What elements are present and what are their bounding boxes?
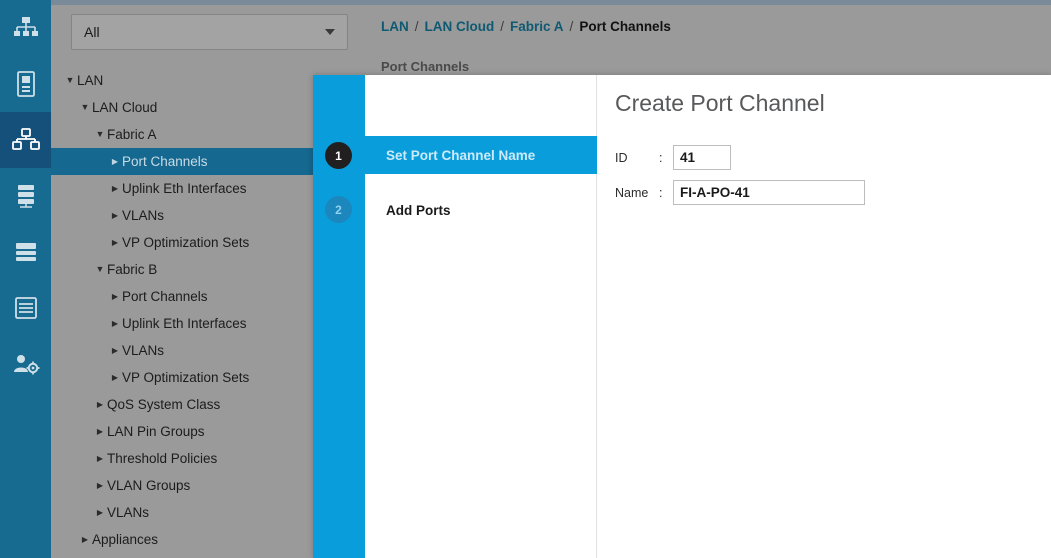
rail-item-admin[interactable] (0, 336, 51, 392)
servers-icon (15, 71, 37, 97)
tree-item-label: VLANs (107, 505, 150, 520)
chevron-down-icon (325, 29, 335, 35)
name-field-row: Name : (615, 180, 865, 205)
tree-item-label: Fabric B (107, 262, 158, 277)
admin-user-gear-icon (12, 352, 40, 376)
caret-right-icon[interactable] (93, 454, 107, 463)
caret-right-icon[interactable] (93, 400, 107, 409)
caret-right-icon[interactable] (108, 157, 122, 166)
breadcrumb: LAN / LAN Cloud / Fabric A / Port Channels (381, 19, 671, 34)
name-field-label: Name (615, 185, 649, 200)
name-input[interactable] (673, 180, 865, 205)
breadcrumb-link[interactable]: LAN (381, 19, 409, 34)
tree-item-label: Threshold Policies (107, 451, 218, 466)
tree-item-label: Port Channels (122, 154, 208, 169)
wizard-step-2-number: 2 (335, 202, 342, 217)
name-field-colon: : (659, 185, 663, 200)
breadcrumb-link[interactable]: Fabric A (510, 19, 564, 34)
rail-item-storage[interactable] (0, 280, 51, 336)
wizard-step-add-ports[interactable]: Add Ports (365, 191, 597, 229)
tree-item-label: Uplink Eth Interfaces (122, 316, 247, 331)
dialog-title: Create Port Channel (615, 90, 825, 116)
caret-down-icon[interactable] (78, 103, 92, 112)
tree-item-label: VP Optimization Sets (122, 235, 250, 250)
rail-item-equipment[interactable] (0, 0, 51, 56)
storage-icon (14, 296, 38, 320)
caret-right-icon[interactable] (93, 481, 107, 490)
rail-item-lan[interactable] (0, 112, 51, 168)
rail-item-vm[interactable] (0, 224, 51, 280)
caret-right-icon[interactable] (108, 238, 122, 247)
breadcrumb-link[interactable]: LAN Cloud (425, 19, 495, 34)
wizard-step-2-label: Add Ports (386, 202, 451, 218)
breadcrumb-separator: / (500, 19, 505, 34)
lan-icon (11, 128, 40, 152)
page-subtitle: Port Channels (381, 59, 470, 74)
caret-right-icon[interactable] (78, 535, 92, 544)
wizard-step-set-port-channel-name[interactable]: Set Port Channel Name (365, 136, 597, 174)
rail-item-san[interactable] (0, 168, 51, 224)
caret-right-icon[interactable] (108, 346, 122, 355)
caret-right-icon[interactable] (108, 319, 122, 328)
id-field-colon: : (659, 150, 663, 165)
caret-right-icon[interactable] (108, 184, 122, 193)
dialog-content: Create Port Channel ID : Name : (598, 75, 1051, 558)
tree-item-label: LAN Cloud (92, 100, 158, 115)
vm-icon (13, 241, 39, 263)
tree-item-label: QoS System Class (107, 397, 221, 412)
wizard-step-2-badge[interactable]: 2 (325, 196, 352, 223)
wizard-step-list: Set Port Channel Name Add Ports (365, 75, 597, 558)
id-input[interactable] (673, 145, 731, 170)
breadcrumb-current: Port Channels (579, 19, 671, 34)
tree-item-label: LAN Pin Groups (107, 424, 205, 439)
breadcrumb-separator: / (414, 19, 419, 34)
tree-item-label: VP Optimization Sets (122, 370, 250, 385)
tree-item-label: Fabric A (107, 127, 157, 142)
tree-filter-value: All (84, 24, 100, 40)
id-field-label: ID (615, 150, 628, 165)
caret-right-icon[interactable] (108, 292, 122, 301)
tree-item-label: VLANs (122, 208, 165, 223)
tree-item-label: Port Channels (122, 289, 208, 304)
wizard-step-1-badge[interactable]: 1 (325, 142, 352, 169)
rail-item-servers[interactable] (0, 56, 51, 112)
wizard-step-rail: 1 2 (313, 75, 365, 558)
tree-item-label: VLAN Groups (107, 478, 191, 493)
tree-item-label: Appliances (92, 532, 159, 547)
create-port-channel-dialog: 1 2 Set Port Channel Name Add Ports Crea… (313, 75, 1051, 558)
tree-item-label: VLANs (122, 343, 165, 358)
caret-right-icon[interactable] (108, 211, 122, 220)
caret-right-icon[interactable] (93, 508, 107, 517)
breadcrumb-separator: / (569, 19, 574, 34)
caret-down-icon[interactable] (93, 265, 107, 274)
id-field-row: ID : (615, 145, 731, 170)
caret-right-icon[interactable] (108, 373, 122, 382)
san-icon (13, 183, 39, 209)
caret-right-icon[interactable] (93, 427, 107, 436)
wizard-step-1-label: Set Port Channel Name (386, 147, 536, 163)
tree-filter-select[interactable]: All (71, 14, 348, 50)
nav-rail (0, 0, 51, 558)
app-root: All LAN LAN Cloud Fabric A Port Channels Upl… (0, 0, 1051, 558)
caret-down-icon[interactable] (93, 130, 107, 139)
wizard-step-1-number: 1 (335, 148, 342, 163)
caret-down-icon[interactable] (63, 76, 77, 85)
content-header: LAN / LAN Cloud / Fabric A / Port Channels Por… (364, 5, 1051, 75)
tree-item-label: Uplink Eth Interfaces (122, 181, 247, 196)
tree-item-label: LAN (77, 73, 104, 88)
equipment-icon (13, 16, 39, 40)
